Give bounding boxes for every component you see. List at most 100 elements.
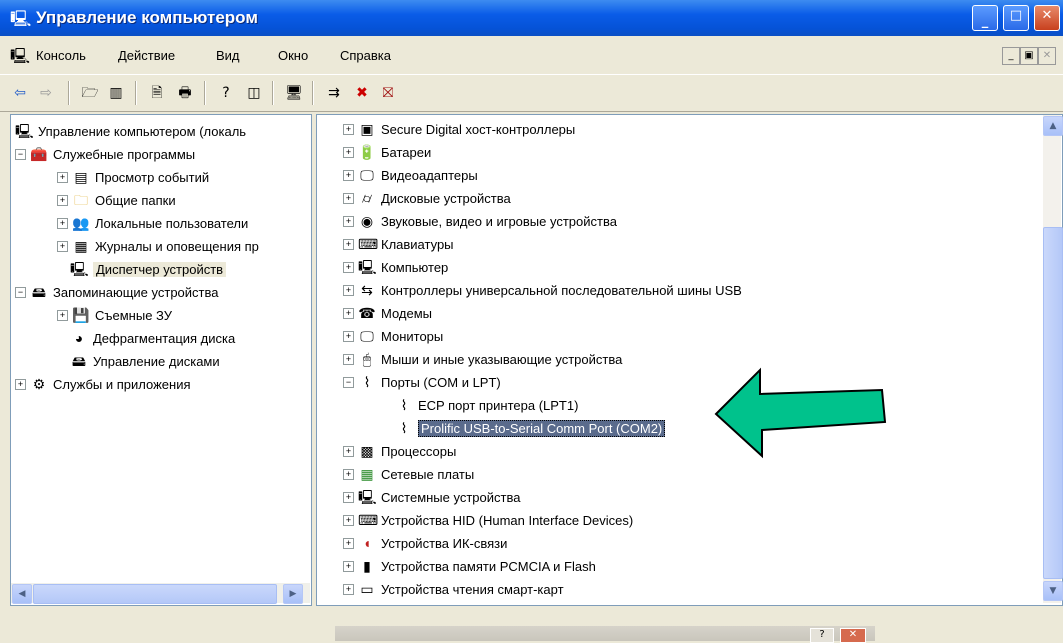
scroll-down-button[interactable]: ▼	[1043, 581, 1063, 601]
device-category[interactable]: + 🖵 Видеоадаптеры	[343, 164, 478, 186]
device-label: Контроллеры универсальной последовательн…	[381, 282, 742, 298]
menu-action[interactable]: Действие	[118, 48, 175, 63]
horizontal-scrollbar[interactable]: ◀ ▶	[11, 583, 310, 604]
tree-item[interactable]: + ▤ Просмотр событий	[57, 166, 209, 188]
expand-icon[interactable]: +	[57, 171, 68, 183]
expand-icon[interactable]: +	[343, 468, 354, 480]
expand-icon[interactable]: +	[343, 261, 354, 273]
expand-icon[interactable]: +	[343, 146, 354, 158]
expand-icon[interactable]: +	[343, 192, 354, 204]
scan-hardware-icon[interactable]: 🖥	[284, 83, 304, 103]
scroll-left-button[interactable]: ◀	[12, 584, 32, 604]
tree-item-selected[interactable]: 🖳 Диспетчер устройств	[70, 258, 227, 280]
device-category[interactable]: + ☎ Модемы	[343, 302, 432, 324]
device-label: Устройства памяти PCMCIA и Flash	[381, 558, 596, 574]
minimize-button[interactable]: _	[972, 5, 998, 31]
device-category[interactable]: − ⌇ Порты (COM и LPT)	[343, 371, 501, 393]
show-pane-icon[interactable]: ◫	[244, 83, 264, 103]
device-item-selected[interactable]: ⌇ Prolific USB-to-Serial Comm Port (COM2)	[395, 417, 666, 439]
device-category[interactable]: + ▭ Устройства чтения смарт-карт	[343, 578, 564, 600]
expand-icon[interactable]: +	[343, 445, 354, 457]
sd-host-icon: ▣	[360, 121, 374, 137]
expand-icon[interactable]: +	[343, 307, 354, 319]
expand-icon[interactable]: +	[343, 123, 354, 135]
expand-icon[interactable]: +	[15, 378, 26, 390]
update-driver-icon[interactable]: ⇉	[324, 83, 344, 103]
device-item[interactable]: ⌇ ECP порт принтера (LPT1)	[395, 394, 579, 416]
uninstall-device-icon[interactable]: ⛝	[378, 83, 398, 103]
device-category[interactable]: + ⌨ Клавиатуры	[343, 233, 454, 255]
device-category[interactable]: + 🔋 Батареи	[343, 141, 431, 163]
scroll-up-button[interactable]: ▲	[1043, 116, 1063, 136]
tree-item[interactable]: 🖴 Управление дисками	[70, 350, 220, 372]
properties-icon[interactable]: 🗎	[147, 83, 167, 103]
device-category[interactable]: + ▩ Процессоры	[343, 440, 456, 462]
expand-icon[interactable]: +	[343, 491, 354, 503]
vertical-scrollbar[interactable]: ▲ ▼	[1043, 115, 1063, 603]
show-tree-icon[interactable]: ▥	[106, 83, 126, 103]
collapse-icon[interactable]: −	[15, 286, 26, 298]
device-category[interactable]: + ▮ Устройства памяти PCMCIA и Flash	[343, 555, 596, 577]
expand-icon[interactable]: +	[57, 194, 68, 206]
expand-icon[interactable]: +	[343, 238, 354, 250]
print-icon[interactable]: 🖶	[175, 83, 195, 103]
device-category[interactable]: + 🖳 Системные устройства	[343, 486, 520, 508]
collapse-icon[interactable]: −	[15, 148, 26, 160]
expand-icon[interactable]: +	[57, 217, 68, 229]
tree-item[interactable]: + ⚙ Службы и приложения	[15, 373, 191, 395]
usb-icon: ⇆	[361, 282, 373, 298]
menu-window[interactable]: Окно	[278, 48, 308, 63]
tree-item[interactable]: + 🗀 Общие папки	[57, 189, 176, 211]
expand-icon[interactable]: +	[343, 537, 354, 549]
device-category[interactable]: + ◉ Звуковые, видео и игровые устройства	[343, 210, 617, 232]
menu-help[interactable]: Справка	[340, 48, 391, 63]
tree-item[interactable]: − 🧰 Служебные программы	[15, 143, 195, 165]
expand-icon[interactable]: +	[343, 583, 354, 595]
title-bar[interactable]: 🖳 Управление компьютером _ □ ✕	[0, 0, 1063, 36]
device-category[interactable]: + ▦ Сетевые платы	[343, 463, 474, 485]
tree-item-label: Служебные программы	[53, 146, 196, 162]
mdi-minimize-button[interactable]: _	[1002, 47, 1020, 65]
expand-icon[interactable]: +	[343, 169, 354, 181]
device-list[interactable]: + ▣ Secure Digital хост-контроллеры + 🔋 Бата…	[316, 114, 1063, 606]
console-tree[interactable]: 🖳 Управление компьютером (локаль − 🧰 Слу…	[10, 114, 312, 606]
tree-item[interactable]: + 💾 Съемные ЗУ	[57, 304, 172, 326]
menu-console[interactable]: Консоль	[36, 48, 86, 63]
device-category[interactable]: + ⇆ Контроллеры универсальной последовател…	[343, 279, 742, 301]
expand-icon[interactable]: +	[57, 240, 68, 252]
mdi-restore-button[interactable]: ▣	[1020, 47, 1038, 65]
device-category[interactable]: + 🖵 Мониторы	[343, 325, 443, 347]
up-level-icon[interactable]: 🗁	[80, 83, 100, 103]
mdi-close-button[interactable]: ✕	[1038, 47, 1056, 65]
back-icon[interactable]: ⇦	[10, 83, 30, 103]
expand-icon[interactable]: +	[343, 353, 354, 365]
device-category[interactable]: + 🖳 Компьютер	[343, 256, 448, 278]
tree-item[interactable]: + ▦ Журналы и оповещения пр	[57, 235, 259, 257]
collapse-icon[interactable]: −	[343, 376, 354, 388]
tree-item[interactable]: ◕ Дефрагментация диска	[70, 327, 235, 349]
device-category[interactable]: + ◖ Устройства ИК-связи	[343, 532, 507, 554]
disable-device-icon[interactable]: ✖	[352, 83, 372, 103]
scroll-thumb[interactable]	[33, 584, 277, 604]
close-button[interactable]: ✕	[1034, 5, 1060, 31]
tree-item[interactable]: − 🖴 Запоминающие устройства	[15, 281, 218, 303]
help-icon[interactable]: ?	[216, 83, 236, 103]
scroll-thumb[interactable]	[1043, 227, 1063, 579]
forward-icon[interactable]: ⇨	[36, 83, 56, 103]
device-category[interactable]: + ⌨ Устройства HID (Human Interface Device…	[343, 509, 633, 531]
scroll-right-button[interactable]: ▶	[283, 584, 303, 604]
expand-icon[interactable]: +	[57, 309, 68, 321]
device-category[interactable]: + ▣ Secure Digital хост-контроллеры	[343, 118, 575, 140]
expand-icon[interactable]: +	[343, 284, 354, 296]
disk-drive-icon: ⌭	[361, 190, 373, 206]
expand-icon[interactable]: +	[343, 514, 354, 526]
expand-icon[interactable]: +	[343, 330, 354, 342]
device-category[interactable]: + 🖱 Мыши и иные указывающие устройства	[343, 348, 622, 370]
tree-item[interactable]: + 👥 Локальные пользователи	[57, 212, 248, 234]
device-category[interactable]: + ⌭ Дисковые устройства	[343, 187, 511, 209]
maximize-button[interactable]: □	[1003, 5, 1029, 31]
expand-icon[interactable]: +	[343, 215, 354, 227]
menu-view[interactable]: Вид	[216, 48, 240, 63]
expand-icon[interactable]: +	[343, 560, 354, 572]
tree-item[interactable]: 🖳 Управление компьютером (локаль	[15, 120, 246, 142]
